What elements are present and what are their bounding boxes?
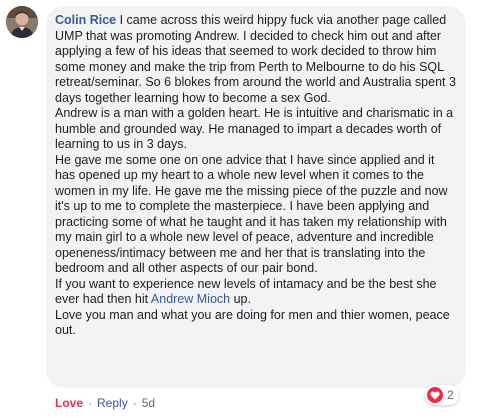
comment-text: I came across this weird hippy fuck via … — [55, 13, 456, 105]
comment-text: up. — [230, 292, 251, 306]
comment-paragraph-2: Andrew is a man with a golden heart. He … — [55, 106, 454, 151]
comment-paragraph-5: Love you man and what you are doing for … — [55, 307, 450, 338]
comment-paragraph-4: If you want to experience new levels of … — [55, 277, 458, 308]
separator-dot: · — [132, 396, 137, 410]
comment-paragraph-1: Colin Rice I came across this weird hipp… — [55, 13, 458, 106]
avatar[interactable] — [6, 6, 38, 38]
heart-icon — [427, 387, 443, 403]
mention-link[interactable]: Andrew Mioch — [151, 292, 230, 306]
reply-button[interactable]: Reply — [97, 396, 128, 410]
comment-paragraph-3: He gave me some one on one advice that I… — [55, 152, 448, 276]
comment-author-link[interactable]: Colin Rice — [55, 13, 116, 27]
comment-bubble: Colin Rice I came across this weird hipp… — [46, 6, 466, 388]
reaction-summary[interactable]: 2 — [425, 385, 459, 405]
comment-timestamp[interactable]: 5d — [142, 396, 155, 410]
profile-photo — [6, 6, 38, 38]
comment-actions: Love · Reply · 5d — [55, 396, 155, 410]
reaction-count: 2 — [447, 388, 454, 402]
love-button[interactable]: Love — [55, 396, 83, 410]
separator-dot: · — [88, 396, 93, 410]
